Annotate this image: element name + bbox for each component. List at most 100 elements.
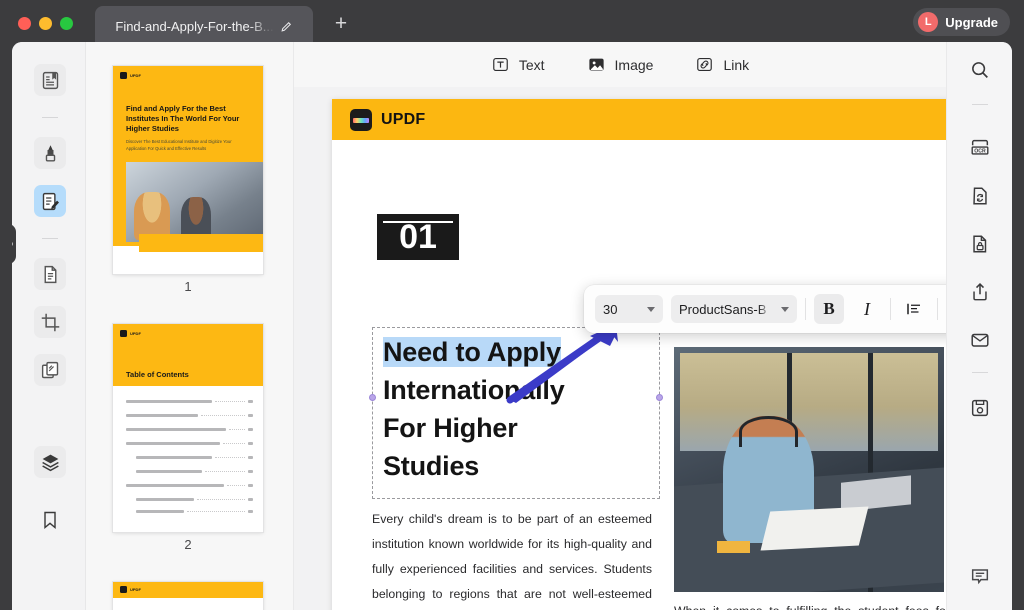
text-box-icon <box>491 55 510 74</box>
align-button[interactable] <box>899 294 929 324</box>
document-lock-icon <box>969 233 991 255</box>
add-image-button[interactable]: Image <box>587 55 654 74</box>
sidebar-item-reader[interactable] <box>34 64 66 96</box>
upgrade-button[interactable]: L Upgrade <box>913 8 1010 36</box>
add-link-button[interactable]: Link <box>695 55 749 74</box>
minimize-window-button[interactable] <box>39 17 52 30</box>
italic-button[interactable]: I <box>852 294 882 324</box>
photo-headphones <box>739 416 798 448</box>
edit-document-icon <box>40 191 61 212</box>
thumb-subtitle-1: Discover The Best Educational Institute … <box>126 139 247 152</box>
heading-line-4: Studies <box>383 451 479 481</box>
rail-divider-1 <box>42 117 58 118</box>
left-tool-rail <box>12 42 86 610</box>
comment-button[interactable] <box>964 560 996 592</box>
right-rail-divider-1 <box>972 104 988 105</box>
student-with-headphones-studying-photo[interactable] <box>674 347 944 592</box>
rename-pencil-icon[interactable] <box>280 20 293 33</box>
new-tab-button[interactable]: + <box>330 14 352 36</box>
link-icon <box>695 55 714 74</box>
font-family-select[interactable]: ProductSans-B <box>671 295 797 323</box>
thumb-accent-strip <box>139 234 263 252</box>
updf-wordmark: UPDF <box>130 587 141 592</box>
pdf-page[interactable]: UPDF 01 Need to Apply Internationally Fo… <box>332 99 978 610</box>
thumbnail-item-2[interactable]: UPDF Table of Contents <box>113 324 263 552</box>
thumb-logo-3: UPDF <box>120 586 141 593</box>
chevron-down-icon[interactable] <box>647 307 655 312</box>
add-text-button[interactable]: Text <box>491 55 545 74</box>
page-organize-icon <box>40 264 61 285</box>
window-body: UPDF Find and Apply For the Best Institu… <box>12 42 1012 610</box>
italic-label: I <box>864 299 870 320</box>
thumbnail-page-1[interactable]: UPDF Find and Apply For the Best Institu… <box>113 66 263 274</box>
section-number-badge: 01 <box>377 214 459 260</box>
sidebar-item-layers[interactable] <box>34 446 66 478</box>
toolbar-divider-1 <box>805 298 806 320</box>
highlighter-pen-icon <box>40 143 61 164</box>
updf-logo-icon <box>350 109 372 131</box>
right-column-paragraph[interactable]: When it comes to fulfilling the student … <box>674 599 950 610</box>
crop-page-icon <box>40 312 61 333</box>
document-viewer: Text Image Link <box>294 42 946 610</box>
thumbnail-item-1[interactable]: UPDF Find and Apply For the Best Institu… <box>113 66 263 294</box>
svg-text:OCR: OCR <box>974 148 986 154</box>
font-size-select[interactable]: 30 <box>595 295 663 323</box>
thumb-title-2: Table of Contents <box>126 370 189 379</box>
sidebar-item-bookmark[interactable] <box>34 504 66 536</box>
resize-handle-left[interactable] <box>369 394 376 401</box>
sidebar-item-crop[interactable] <box>34 306 66 338</box>
document-tab-label: Find-and-Apply-For-the-B... <box>115 19 273 34</box>
thumb-cover-photo <box>126 162 263 242</box>
document-header-band: UPDF <box>332 99 978 140</box>
share-button[interactable] <box>964 276 996 308</box>
upgrade-label: Upgrade <box>945 15 998 30</box>
rail-divider-2 <box>42 238 58 239</box>
add-link-label: Link <box>723 57 749 73</box>
photo-sticky-note <box>717 541 749 553</box>
protect-button[interactable] <box>964 228 996 260</box>
layers-icon <box>40 452 61 473</box>
email-button[interactable] <box>964 324 996 356</box>
close-window-button[interactable] <box>18 17 31 30</box>
bold-label: B <box>823 299 834 319</box>
page-thumbnail-panel[interactable]: UPDF Find and Apply For the Best Institu… <box>86 42 294 610</box>
updf-wordmark: UPDF <box>130 331 141 336</box>
thumbnail-item-3[interactable]: UPDF <box>113 582 263 610</box>
search-button[interactable] <box>964 54 996 86</box>
sidebar-collapse-handle[interactable] <box>12 224 16 264</box>
photo-window-sky <box>680 353 938 451</box>
updf-mark-icon <box>120 330 127 337</box>
bold-button[interactable]: B <box>814 294 844 324</box>
ocr-button[interactable]: OCR <box>964 132 996 164</box>
thumbnail-page-2[interactable]: UPDF Table of Contents <box>113 324 263 532</box>
save-disk-icon <box>969 397 991 419</box>
sidebar-item-batch[interactable] <box>34 354 66 386</box>
save-button[interactable] <box>964 392 996 424</box>
sidebar-item-annotate[interactable] <box>34 137 66 169</box>
resize-handle-right[interactable] <box>656 394 663 401</box>
thumb-logo-2: UPDF <box>120 330 141 337</box>
document-tab[interactable]: Find-and-Apply-For-the-B... <box>95 6 313 46</box>
stacked-pages-icon <box>40 360 61 381</box>
right-rail-divider-2 <box>972 372 988 373</box>
updf-mark-icon <box>120 72 127 79</box>
image-icon <box>587 55 606 74</box>
photo-open-book <box>760 506 868 550</box>
text-format-toolbar[interactable]: 30 ProductSans-B B I <box>584 285 992 333</box>
window-controls <box>18 17 73 30</box>
sidebar-item-edit-pdf[interactable] <box>34 185 66 217</box>
app-window: Find-and-Apply-For-the-B... + L Upgrade <box>0 0 1024 610</box>
sidebar-item-organize-pages[interactable] <box>34 258 66 290</box>
add-text-label: Text <box>519 57 545 73</box>
title-bar: Find-and-Apply-For-the-B... + L Upgrade <box>0 0 1024 48</box>
font-size-value: 30 <box>603 302 637 317</box>
chevron-down-icon[interactable] <box>781 307 789 312</box>
maximize-window-button[interactable] <box>60 17 73 30</box>
heading-line-3: For Higher <box>383 413 518 443</box>
thumb-title-1: Find and Apply For the Best Institutes I… <box>126 104 250 134</box>
toolbar-divider-2 <box>890 298 891 320</box>
convert-button[interactable] <box>964 180 996 212</box>
thumbnail-page-3[interactable]: UPDF <box>113 582 263 610</box>
body-paragraph[interactable]: Every child's dream is to be part of an … <box>372 507 652 610</box>
convert-refresh-icon <box>969 185 991 207</box>
